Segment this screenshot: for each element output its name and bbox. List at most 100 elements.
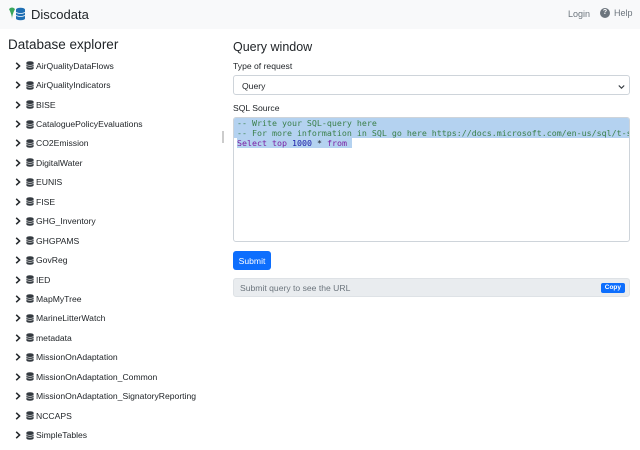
question-circle-icon: ? bbox=[600, 8, 610, 18]
database-item[interactable]: IED bbox=[14, 270, 196, 289]
database-item[interactable]: AirQualityDataFlows bbox=[14, 56, 196, 75]
database-item[interactable]: GHGPAMS bbox=[14, 231, 196, 250]
database-item-label: metadata bbox=[36, 332, 72, 343]
database-item-label: AirQualityDataFlows bbox=[36, 60, 114, 71]
database-item[interactable]: AirQualityIndicators bbox=[14, 75, 196, 94]
request-type-select[interactable]: Query bbox=[233, 75, 630, 95]
database-item[interactable]: GovReg bbox=[14, 250, 196, 269]
request-type-label: Type of request bbox=[233, 61, 293, 71]
database-icon bbox=[26, 294, 34, 304]
chevron-right-icon[interactable] bbox=[14, 431, 22, 439]
database-item-label: SimpleTables bbox=[36, 430, 88, 441]
database-item[interactable]: BISE bbox=[14, 95, 196, 114]
help-link[interactable]: ? Help bbox=[600, 8, 633, 18]
database-icon bbox=[26, 100, 34, 109]
database-explorer-title: Database explorer bbox=[8, 37, 119, 52]
database-icon bbox=[26, 411, 34, 420]
database-icon bbox=[26, 333, 34, 343]
database-icon bbox=[26, 119, 34, 129]
database-list: AirQualityDataFlows AirQualityIndicators B… bbox=[14, 56, 196, 445]
database-icon bbox=[26, 61, 34, 71]
code-operator: * bbox=[316, 138, 322, 148]
database-item-label: CataloguePolicyEvaluations bbox=[36, 119, 143, 130]
sql-source-label: SQL Source bbox=[233, 103, 280, 113]
database-icon bbox=[26, 178, 34, 187]
chevron-right-icon[interactable] bbox=[14, 236, 22, 245]
database-item-label: NCCAPS bbox=[36, 410, 72, 421]
code-number: 1000 bbox=[291, 138, 312, 148]
database-icon bbox=[26, 216, 34, 226]
chevron-right-icon[interactable] bbox=[14, 334, 22, 342]
chevron-right-icon[interactable] bbox=[14, 120, 22, 128]
database-item[interactable]: CO2Emission bbox=[14, 134, 196, 153]
code-line-1: -- Write your SQL-query here bbox=[234, 118, 629, 128]
database-item[interactable]: GHG_Inventory bbox=[14, 212, 196, 231]
database-item-label: GHG_Inventory bbox=[36, 216, 96, 227]
chevron-right-icon[interactable] bbox=[14, 411, 22, 420]
chevron-right-icon[interactable] bbox=[14, 159, 22, 167]
chevron-right-icon[interactable] bbox=[14, 178, 22, 187]
database-icon bbox=[26, 255, 34, 265]
chevron-right-icon[interactable] bbox=[14, 353, 22, 362]
query-url-placeholder: Submit query to see the URL bbox=[240, 283, 351, 293]
chevron-right-icon[interactable] bbox=[14, 372, 22, 381]
database-item-label: GovReg bbox=[36, 255, 68, 266]
chevron-right-icon[interactable] bbox=[14, 392, 22, 400]
chevron-right-icon[interactable] bbox=[14, 81, 22, 89]
chevron-right-icon[interactable] bbox=[14, 295, 22, 303]
code-line-2: -- For more information in SQL go here h… bbox=[234, 128, 629, 138]
sql-editor[interactable]: -- Write your SQL-query here -- For more… bbox=[233, 117, 630, 242]
database-item-label: BISE bbox=[36, 99, 56, 110]
database-item[interactable]: SimpleTables bbox=[14, 425, 196, 444]
database-icon bbox=[26, 139, 34, 148]
database-icon bbox=[26, 158, 34, 168]
chevron-right-icon[interactable] bbox=[14, 256, 22, 264]
database-icon bbox=[26, 430, 34, 440]
database-item-label: MissionOnAdaptation_SignatoryReporting bbox=[36, 391, 197, 402]
database-icon bbox=[26, 314, 34, 323]
database-item-label: MarineLitterWatch bbox=[36, 313, 106, 324]
database-item[interactable]: NCCAPS bbox=[14, 406, 196, 425]
database-icon bbox=[26, 80, 34, 90]
login-link[interactable]: Login bbox=[568, 9, 590, 19]
database-item-label: EUNIS bbox=[36, 177, 63, 188]
database-icon bbox=[26, 275, 34, 284]
chevron-right-icon[interactable] bbox=[14, 139, 22, 148]
database-item-label: IED bbox=[36, 274, 51, 285]
database-item[interactable]: MapMyTree bbox=[14, 289, 196, 308]
database-item[interactable]: metadata bbox=[14, 328, 196, 347]
database-item[interactable]: MissionOnAdaptation_SignatoryReporting bbox=[14, 386, 196, 405]
brand-name: Discodata bbox=[31, 6, 89, 22]
chevron-right-icon[interactable] bbox=[14, 275, 22, 284]
database-item-label: DigitalWater bbox=[36, 157, 83, 168]
chevron-right-icon[interactable] bbox=[14, 198, 22, 206]
database-item[interactable]: MissionOnAdaptation_Common bbox=[14, 367, 196, 386]
database-item[interactable]: MissionOnAdaptation bbox=[14, 348, 196, 367]
database-item[interactable]: EUNIS bbox=[14, 173, 196, 192]
chevron-right-icon[interactable] bbox=[14, 61, 22, 70]
code-line-3: Select top 1000 * from bbox=[234, 138, 629, 148]
database-icon bbox=[26, 391, 34, 401]
chevron-right-icon[interactable] bbox=[14, 100, 22, 109]
database-item-label: MapMyTree bbox=[36, 293, 82, 304]
discodata-logo-icon bbox=[8, 6, 26, 22]
database-item-label: AirQualityIndicators bbox=[36, 80, 111, 91]
database-icon bbox=[26, 236, 34, 245]
chevron-right-icon[interactable] bbox=[14, 314, 22, 323]
panel-resize-handle[interactable] bbox=[222, 131, 224, 143]
navbar: Discodata Login ? Help bbox=[0, 0, 640, 29]
chevron-right-icon[interactable] bbox=[14, 217, 22, 225]
database-item-label: CO2Emission bbox=[36, 138, 89, 149]
copy-button[interactable]: Copy bbox=[600, 283, 625, 293]
request-type-value: Query bbox=[242, 81, 266, 91]
database-icon bbox=[26, 352, 34, 362]
database-icon bbox=[26, 372, 34, 382]
database-item[interactable]: DigitalWater bbox=[14, 153, 196, 172]
database-item[interactable]: MarineLitterWatch bbox=[14, 309, 196, 328]
database-item[interactable]: FISE bbox=[14, 192, 196, 211]
database-item-label: FISE bbox=[36, 196, 56, 207]
submit-button[interactable]: Submit bbox=[233, 251, 271, 270]
chevron-down-icon bbox=[618, 82, 625, 92]
brand[interactable]: Discodata bbox=[8, 6, 89, 22]
database-item[interactable]: CataloguePolicyEvaluations bbox=[14, 114, 196, 133]
